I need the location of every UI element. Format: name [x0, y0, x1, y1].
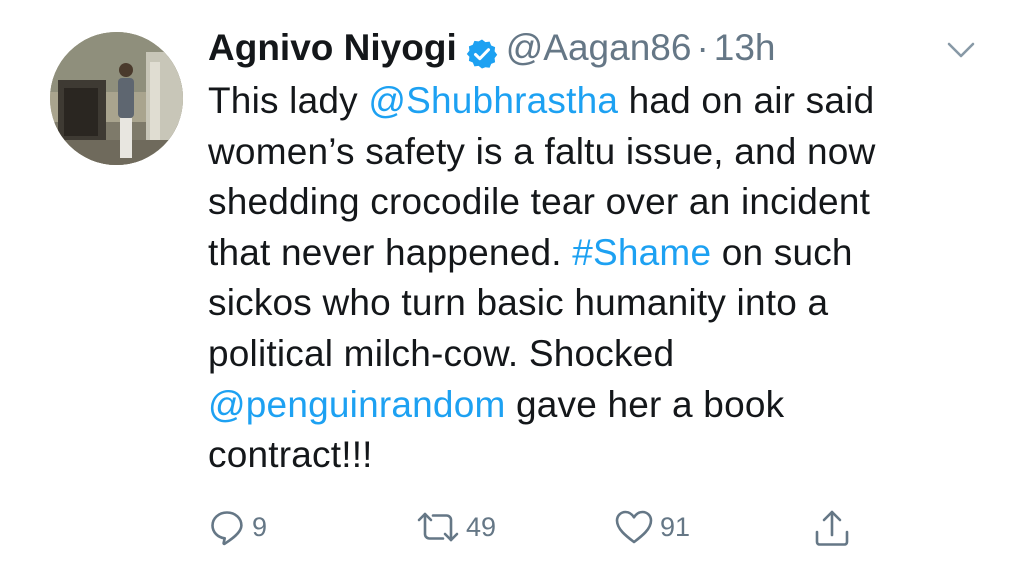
reply-count: 9 — [252, 511, 268, 542]
hashtag-link[interactable]: #Shame — [572, 232, 711, 273]
avatar[interactable] — [50, 32, 183, 165]
tweet-text-segment: shedding crocodile tear over an incident — [208, 181, 871, 223]
tweet-text-segment: had on air said — [618, 80, 875, 121]
tweet-text-segment: that never happened. — [208, 231, 573, 273]
chevron-down-icon[interactable] — [946, 40, 976, 60]
share-button[interactable] — [812, 508, 852, 548]
mention-link[interactable]: @penguinrandom — [208, 384, 506, 425]
tweet-text-line: political milch-cow. Shocked — [208, 329, 968, 380]
tweet-text-line: This lady @Shubhrastha had on air said — [208, 76, 968, 127]
tweet-text-line: shedding crocodile tear over an incident — [208, 177, 968, 228]
tweet-text-line: sickos who turn basic humanity into a — [208, 278, 968, 329]
reply-icon — [211, 511, 243, 546]
reply-button[interactable]: 9 — [208, 508, 267, 546]
tweet-text-segment: gave her a book — [505, 383, 785, 425]
display-name[interactable]: Agnivo Niyogi — [208, 22, 457, 74]
share-icon — [815, 510, 849, 546]
tweet-text-line: contract!!! — [208, 430, 968, 481]
avatar-photo — [50, 32, 183, 165]
tweet-text-line: women’s safety is a faltu issue, and now — [208, 127, 968, 178]
like-count: 91 — [660, 511, 691, 542]
timestamp[interactable]: 13h — [714, 22, 776, 74]
tweet-actions: 9 49 91 — [0, 508, 1024, 554]
tweet-text-line: that never happened. #Shame on such — [208, 228, 968, 279]
like-button[interactable]: 91 — [614, 508, 690, 546]
tweet-text-segment: sickos who turn basic humanity into a — [208, 282, 829, 324]
tweet-content: Agnivo Niyogi @Aagan86 · 13h This lady @… — [208, 22, 968, 481]
user-handle[interactable]: @Aagan86 — [506, 22, 692, 74]
tweet-text-segment: political milch-cow. Shocked — [208, 332, 675, 374]
heart-icon — [615, 510, 653, 544]
tweet-header: Agnivo Niyogi @Aagan86 · 13h — [208, 22, 968, 74]
tweet-text-line: @penguinrandom gave her a book — [208, 380, 968, 431]
mention-link[interactable]: @Shubhrastha — [368, 80, 618, 121]
tweet-text-segment: women’s safety is a faltu issue, and now — [208, 130, 876, 172]
tweet-text-segment: on such — [711, 231, 853, 273]
tweet-text-segment: This lady — [208, 80, 369, 121]
retweet-button[interactable]: 49 — [416, 508, 496, 546]
tweet-text-segment: contract!!! — [208, 434, 373, 476]
verified-badge-icon — [466, 32, 498, 69]
separator-dot: · — [696, 27, 709, 68]
retweet-icon — [417, 512, 459, 542]
tweet: Agnivo Niyogi @Aagan86 · 13h This lady @… — [0, 0, 1024, 564]
retweet-count: 49 — [466, 511, 497, 542]
tweet-text: This lady @Shubhrastha had on air said wo… — [208, 76, 968, 481]
